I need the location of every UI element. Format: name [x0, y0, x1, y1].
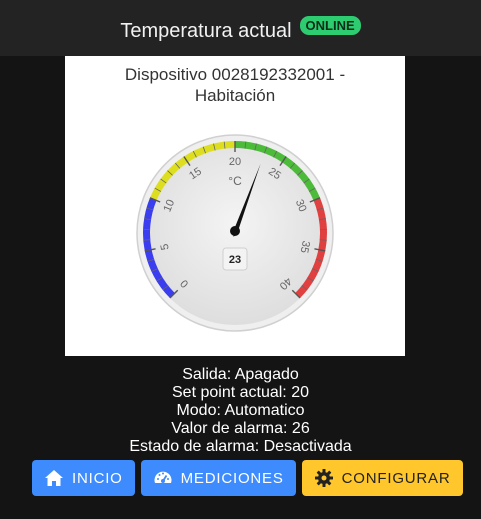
- status-badge: ONLINE: [299, 15, 361, 35]
- temperature-gauge: 0510152025303540 °C 23: [136, 134, 334, 332]
- gauge-tick-label: 35: [298, 240, 312, 254]
- gauge-icon: [153, 468, 173, 488]
- home-icon: [44, 468, 64, 488]
- inicio-label: INICIO: [72, 469, 123, 487]
- alarm-value: Valor de alarma: 26: [171, 420, 310, 437]
- page-title: Temperatura actual: [120, 19, 292, 42]
- header-bar: Temperatura actual ONLINE: [0, 0, 481, 56]
- gauge-value: 23: [229, 254, 241, 266]
- gauge-minor-tick: [319, 239, 327, 241]
- inicio-button[interactable]: INICIO: [32, 460, 135, 496]
- gauge-unit: °C: [228, 174, 242, 188]
- configurar-label: CONFIGURAR: [341, 469, 451, 487]
- mediciones-label: MEDICIONES: [180, 469, 284, 487]
- action-buttons: INICIO MEDICIONES CONFIGURAR: [32, 460, 463, 496]
- gear-icon: [314, 468, 334, 488]
- setpoint-status: Set point actual: 20: [172, 384, 309, 401]
- alarm-state: Estado de alarma: Desactivada: [129, 438, 352, 455]
- gauge-needle-hub: [230, 226, 240, 236]
- gauge-tick-label: 20: [229, 156, 241, 168]
- output-status: Salida: Apagado: [182, 366, 299, 383]
- gauge-minor-tick: [143, 239, 151, 241]
- mediciones-button[interactable]: MEDICIONES: [140, 460, 296, 496]
- status-info: Salida: Apagado Set point actual: 20 Mod…: [0, 366, 481, 456]
- configurar-button[interactable]: CONFIGURAR: [301, 460, 463, 496]
- mode-status: Modo: Automatico: [176, 402, 305, 419]
- gauge-card: Dispositivo 0028192332001 - Habitación 0…: [65, 56, 405, 356]
